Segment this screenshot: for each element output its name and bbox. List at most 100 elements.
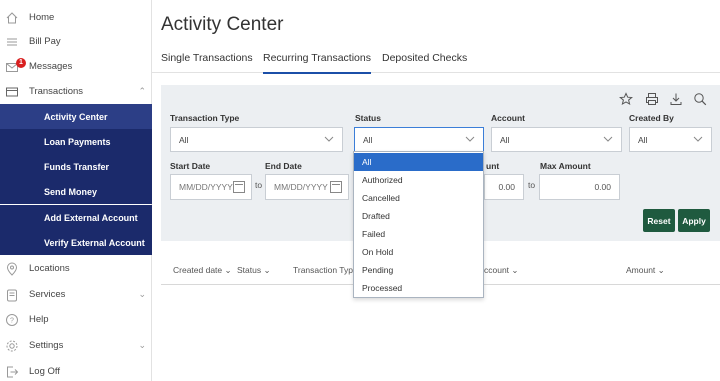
status-option-authorized[interactable]: Authorized xyxy=(354,171,483,189)
account-select[interactable]: All xyxy=(491,127,622,152)
nav-label: Transactions xyxy=(29,86,84,97)
svg-text:?: ? xyxy=(10,317,14,324)
nav-label: Help xyxy=(29,314,49,325)
status-value: All xyxy=(363,134,373,145)
column-header-status[interactable]: Status ⌄ xyxy=(237,265,271,276)
to-label: to xyxy=(255,180,263,190)
sub-nav-label: Loan Payments xyxy=(44,136,111,147)
reset-button[interactable]: Reset xyxy=(643,209,675,232)
sort-icon: ⌄ xyxy=(224,265,232,275)
sidebar: Home Bill Pay 1 Messages Transactions ⌃ … xyxy=(0,0,152,381)
sort-icon: ⌄ xyxy=(263,265,271,275)
transaction-type-value: All xyxy=(179,134,189,145)
created-by-select[interactable]: All xyxy=(629,127,712,152)
min-amount-label: unt xyxy=(486,161,500,171)
nav-transactions[interactable]: Transactions ⌃ xyxy=(0,79,152,104)
messages-badge: 1 xyxy=(16,57,26,68)
chevron-down-icon: ⌄ xyxy=(138,340,146,350)
sort-icon: ⌄ xyxy=(511,265,519,275)
end-date-placeholder: MM/DD/YYYY xyxy=(274,182,328,192)
sub-nav-verify-external-account[interactable]: Verify External Account xyxy=(0,230,152,255)
to-label: to xyxy=(528,180,536,190)
status-option-processed[interactable]: Processed xyxy=(354,279,483,297)
nav-bill-pay[interactable]: Bill Pay xyxy=(0,29,152,54)
column-label: Transaction Type xyxy=(293,265,358,275)
column-header-amount[interactable]: Amount ⌄ xyxy=(626,265,665,276)
transaction-type-label: Transaction Type xyxy=(170,113,240,123)
status-option-cancelled[interactable]: Cancelled xyxy=(354,189,483,207)
account-value: All xyxy=(500,134,510,145)
sub-nav-activity-center[interactable]: Activity Center xyxy=(0,104,152,129)
nav-home[interactable]: Home xyxy=(0,5,152,30)
column-label: Amount xyxy=(626,265,656,275)
transaction-type-select[interactable]: All xyxy=(170,127,343,152)
nav-label: Settings xyxy=(29,340,64,351)
status-option-all[interactable]: All xyxy=(354,153,483,171)
sub-nav-loan-payments[interactable]: Loan Payments xyxy=(0,129,152,154)
nav-log-off[interactable]: Log Off xyxy=(0,359,152,381)
nav-label: Home xyxy=(29,12,55,23)
column-label: Status xyxy=(237,265,262,275)
home-icon xyxy=(4,10,20,26)
status-dropdown-menu: All Authorized Cancelled Drafted Failed … xyxy=(353,151,484,298)
start-date-placeholder: MM/DD/YYYY xyxy=(179,182,233,192)
nav-label: Services xyxy=(29,289,66,300)
chevron-down-icon xyxy=(324,136,334,142)
chevron-down-icon xyxy=(465,136,475,142)
chevron-down-icon xyxy=(693,136,703,142)
download-icon[interactable] xyxy=(669,92,683,109)
chevron-down-icon xyxy=(603,136,613,142)
status-option-drafted[interactable]: Drafted xyxy=(354,207,483,225)
status-option-on-hold[interactable]: On Hold xyxy=(354,243,483,261)
mail-icon: 1 xyxy=(4,57,26,75)
max-amount-label: Max Amount xyxy=(540,161,591,171)
nav-help[interactable]: ? Help xyxy=(0,307,152,332)
status-select[interactable]: All xyxy=(354,127,484,152)
nav-locations[interactable]: Locations xyxy=(0,256,152,281)
sub-nav-send-money[interactable]: Send Money xyxy=(0,179,152,204)
created-by-label: Created By xyxy=(629,113,674,123)
column-header-transaction-type[interactable]: Transaction Type xyxy=(293,265,358,275)
sub-nav-label: Activity Center xyxy=(44,111,108,122)
start-date-input[interactable]: MM/DD/YYYY xyxy=(170,174,252,200)
min-amount-input[interactable]: 0.00 xyxy=(484,174,524,200)
nav-messages[interactable]: 1 Messages xyxy=(0,54,152,79)
start-date-label: Start Date xyxy=(170,161,211,171)
sort-icon: ⌄ xyxy=(657,265,665,275)
print-icon[interactable] xyxy=(645,92,659,109)
status-option-failed[interactable]: Failed xyxy=(354,225,483,243)
location-pin-icon xyxy=(4,261,20,277)
tab-recurring-transactions[interactable]: Recurring Transactions xyxy=(263,52,371,74)
tab-deposited-checks[interactable]: Deposited Checks xyxy=(382,52,467,74)
min-amount-value: 0.00 xyxy=(498,182,515,192)
nav-label: Log Off xyxy=(29,366,60,377)
card-icon xyxy=(4,84,20,100)
sub-nav-label: Send Money xyxy=(44,186,98,197)
status-option-pending[interactable]: Pending xyxy=(354,261,483,279)
calendar-icon[interactable] xyxy=(330,181,342,193)
sub-nav-funds-transfer[interactable]: Funds Transfer xyxy=(0,154,152,179)
star-icon[interactable] xyxy=(619,92,633,109)
nav-settings[interactable]: Settings ⌄ xyxy=(0,333,152,358)
column-label: ccount xyxy=(484,265,510,275)
sub-nav-add-external-account[interactable]: Add External Account xyxy=(0,205,152,230)
column-header-created-date[interactable]: Created date ⌄ xyxy=(173,265,232,276)
sub-nav-label: Verify External Account xyxy=(44,237,145,248)
apply-button[interactable]: Apply xyxy=(678,209,710,232)
nav-services[interactable]: Services ⌄ xyxy=(0,282,152,307)
max-amount-value: 0.00 xyxy=(594,182,611,192)
nav-label: Bill Pay xyxy=(29,36,61,47)
nav-label: Messages xyxy=(29,61,73,72)
gear-icon xyxy=(4,338,20,354)
column-header-account[interactable]: ccount ⌄ xyxy=(484,265,519,276)
calendar-icon[interactable] xyxy=(233,181,245,193)
end-date-input[interactable]: MM/DD/YYYY xyxy=(265,174,349,200)
search-icon[interactable] xyxy=(693,92,707,109)
tab-single-transactions[interactable]: Single Transactions xyxy=(161,52,253,74)
chevron-up-icon: ⌃ xyxy=(138,86,146,96)
menu-icon xyxy=(4,34,20,50)
help-icon: ? xyxy=(4,312,20,328)
end-date-label: End Date xyxy=(265,161,302,171)
logoff-icon xyxy=(4,364,20,380)
max-amount-input[interactable]: 0.00 xyxy=(539,174,620,200)
